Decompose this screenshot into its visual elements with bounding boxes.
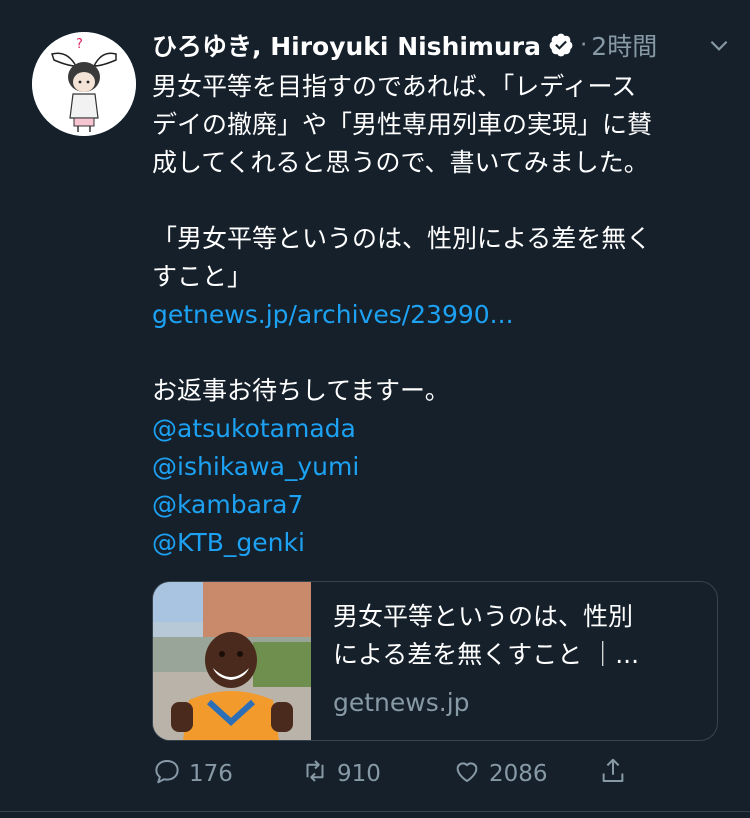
tweet[interactable]: ? ひろゆき, Hiroyuki Nishimura · 2時間 男女平等を目指… [0, 0, 750, 818]
tweet-text-line: お返事お待ちしてますー。 [152, 376, 450, 405]
link-preview-title: による差を無くすこと ｜... [333, 640, 640, 669]
link-preview-title: 男女平等というのは、性別 [333, 602, 634, 631]
tweet-text-line: 成してくれると思うので、書いてみました。 [152, 148, 649, 177]
chevron-down-icon[interactable] [706, 32, 732, 58]
reply-count: 176 [189, 761, 233, 787]
link-preview-card[interactable]: 男女平等というのは、性別 による差を無くすこと ｜... getnews.jp [152, 581, 718, 741]
header-separator: · [579, 32, 588, 58]
reply-icon [152, 756, 182, 792]
mention-link[interactable]: @ishikawa_yumi [152, 448, 732, 486]
tweet-content: ひろゆき, Hiroyuki Nishimura · 2時間 男女平等を目指すの… [152, 24, 732, 562]
tweet-text-line: デイの撤廃」や「男性専用列車の実現」に賛 [152, 110, 653, 139]
tweet-actions: 176 910 2086 [152, 754, 732, 794]
tweet-timestamp[interactable]: 2時間 [591, 27, 657, 63]
article-link[interactable]: getnews.jp/archives/23990... [152, 296, 732, 334]
mention-link[interactable]: @atsukotamada [152, 410, 732, 448]
like-count: 2086 [489, 761, 548, 787]
share-icon [598, 756, 628, 792]
author-name[interactable]: ひろゆき, Hiroyuki Nishimura [152, 27, 541, 63]
tweet-text: 男女平等を目指すのであれば、「レディース デイの撤廃」や「男性専用列車の実現」に… [152, 68, 732, 562]
link-preview-image [153, 582, 311, 740]
verified-badge-icon [548, 32, 574, 58]
retweet-icon [300, 756, 330, 792]
mention-link[interactable]: @kambara7 [152, 486, 732, 524]
tweet-text-line: 男女平等を目指すのであれば、「レディース [152, 72, 637, 101]
heart-icon [452, 756, 482, 792]
mention-link[interactable]: @KTB_genki [152, 524, 732, 562]
tweet-divider [0, 811, 750, 812]
tweet-text-line: すこと」 [152, 262, 253, 291]
retweet-button[interactable]: 910 [300, 754, 381, 794]
tweet-text-line: 「男女平等というのは、性別による差を無く [152, 224, 652, 253]
like-button[interactable]: 2086 [452, 754, 548, 794]
reply-button[interactable]: 176 [152, 754, 233, 794]
link-preview-domain: getnews.jp [333, 688, 470, 717]
author-avatar[interactable]: ? [32, 32, 136, 136]
share-button[interactable] [598, 754, 628, 794]
svg-text:?: ? [76, 37, 83, 52]
tweet-header: ひろゆき, Hiroyuki Nishimura · 2時間 [152, 24, 732, 66]
link-preview-text: 男女平等というのは、性別 による差を無くすこと ｜... getnews.jp [333, 598, 703, 722]
retweet-count: 910 [337, 761, 381, 787]
